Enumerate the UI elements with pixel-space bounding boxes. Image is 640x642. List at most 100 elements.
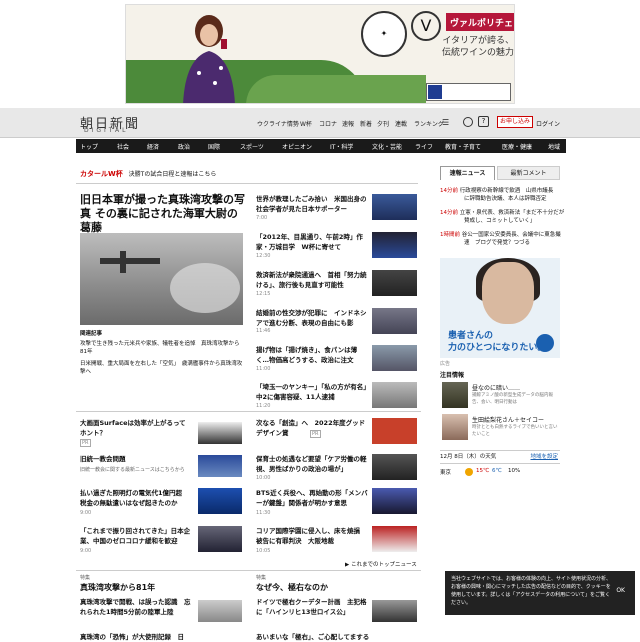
help-icon[interactable]: ?	[478, 116, 489, 127]
section-2-item-2[interactable]: あいまいな「極右」、ご心配してまする	[256, 632, 369, 642]
nav-top[interactable]: トップ	[80, 142, 98, 151]
section-1-item-1[interactable]: 真珠湾攻撃で開戦、は誤った認識 忘れられた1時間5分前の陸軍上陸	[80, 597, 192, 617]
mid-headline-6[interactable]: 「埼玉一のヤンキー」「私の方が有名」中2に傷害容疑、11人逮捕	[256, 382, 368, 402]
mid-time-5: 11:00	[256, 366, 271, 372]
mid-time-1: 7:00	[256, 215, 268, 221]
nav-economy[interactable]: 経済	[147, 142, 159, 151]
lower-right-4[interactable]: コリア国際学園に侵入し、床を焼損 被告に有罪判決 大阪地裁	[256, 526, 368, 546]
nav-health[interactable]: 医療・健康	[502, 142, 532, 151]
util-link-corona[interactable]: コロナ	[319, 119, 337, 128]
lower-left-thumb-3[interactable]	[198, 488, 242, 514]
related-link-1[interactable]: 攻撃で生き残った元米兵や家族、犠牲者を追悼 真珠湾攻撃から81年	[80, 340, 245, 356]
photo-plane-body	[120, 251, 126, 273]
lower-right-3[interactable]: BTS近く兵役へ、再始動の形「メンバーが鍵盤」関係者が明かす意思	[256, 488, 368, 508]
nav-opinion[interactable]: オピニオン	[282, 142, 312, 151]
cookie-banner: 当社ウェブサイトでは、お客様の体験の向上、サイト使用状況の分析、お客様の興味・関…	[445, 571, 635, 615]
related-link-2[interactable]: 日米開戦、重大局面を左右した「空気」 歳满艦事件から真珠湾攻撃へ	[80, 360, 245, 376]
lower-left-thumb-4[interactable]	[198, 526, 242, 552]
mid-thumb-6[interactable]	[372, 382, 417, 408]
mid-thumb-4[interactable]	[372, 308, 417, 334]
lower-right-2[interactable]: 保育士の処遇など要望「ケア労働の軽視、男性ばかりの政治の場が」	[256, 454, 368, 474]
util-link-new[interactable]: 新着	[360, 119, 372, 128]
divider	[76, 183, 418, 184]
search-icon[interactable]	[463, 117, 473, 127]
lower-left-thumb-1[interactable]	[198, 422, 242, 444]
sidebar-news-3[interactable]: 1時間前 谷公一国家公安委員長、会議中に東急撮	[440, 230, 561, 238]
lead-photo[interactable]	[80, 233, 243, 325]
util-link-ranking[interactable]: ランキング	[414, 119, 444, 128]
nav-it-science[interactable]: IT・科学	[330, 142, 353, 151]
mid-thumb-1[interactable]	[372, 194, 417, 220]
ad-illustration	[183, 15, 235, 103]
nav-life[interactable]: ライフ	[415, 142, 433, 151]
mid-thumb-2[interactable]	[372, 232, 417, 258]
lead-time: 12:15	[80, 222, 95, 228]
menu-icon[interactable]: ☰	[442, 118, 449, 127]
lower-right-thumb-2[interactable]	[372, 454, 417, 480]
nav-culture[interactable]: 文化・芸能	[372, 142, 402, 151]
mid-headline-1[interactable]: 世界が教理したごみ拾い 米国出身の社会学者が見た日本サポーター	[256, 194, 368, 214]
mid-headline-5[interactable]: 揚げ物は「揚げ焼き」、食パンは薄く…物価高どうする、政治に注文	[256, 345, 368, 365]
featured-name-1[interactable]: 昼なのに暗い……	[472, 383, 520, 392]
util-link-evening[interactable]: 夕刊	[377, 119, 389, 128]
util-link-ukraine[interactable]: ウクライナ情勢	[257, 119, 299, 128]
nav-politics[interactable]: 政治	[178, 142, 190, 151]
eu-flag-icon	[428, 85, 442, 99]
lower-left-4-time: 9:00	[80, 548, 92, 554]
featured-thumb-2[interactable]	[442, 414, 468, 440]
sidebar-ad[interactable]: 患者さんの 力のひとつになりたい。	[440, 258, 560, 358]
section-1-item-2[interactable]: 真珠湾の「恐怖」が大使刑記録 日	[80, 632, 184, 642]
lower-right-thumb-3[interactable]	[372, 488, 417, 514]
nav-education[interactable]: 教育・子育て	[445, 142, 481, 151]
nav-society[interactable]: 社会	[117, 142, 129, 151]
lower-left-thumb-2[interactable]	[198, 455, 242, 477]
breaking-tag: カタールW杯	[80, 170, 123, 178]
section-label-2: 特集	[256, 575, 267, 581]
cookie-ok-button[interactable]: OK	[616, 587, 625, 595]
mid-thumb-5[interactable]	[372, 345, 417, 371]
tab-breaking-news[interactable]: 速報ニュース	[440, 166, 495, 180]
section-1-thumb[interactable]	[198, 600, 242, 622]
weather-region-link[interactable]: 地域を設定	[530, 451, 558, 464]
news-time: 1時間前	[440, 232, 460, 238]
pr-badge-2: PR	[310, 430, 321, 438]
nav-international[interactable]: 国際	[208, 142, 220, 151]
ad-label: 広告	[440, 361, 451, 367]
ad-subtitle: イタリアが誇る、 伝統ワインの魅力	[426, 35, 514, 59]
signup-button[interactable]: お申し込み	[497, 116, 533, 128]
ad-banner[interactable]: ✦ V ヴァルポリチェッラ: イタリアが誇る、 伝統ワインの魅力	[125, 4, 515, 104]
mid-thumb-3[interactable]	[372, 270, 417, 296]
mid-headline-4[interactable]: 結婚前の性交渉が犯罪に インドネシアで進む分断、表現の自由にも影	[256, 308, 368, 328]
mid-headline-3[interactable]: 救済新法が衆院通過へ 首相「努力続ける」、旅行後も見直す可能性	[256, 270, 368, 290]
featured-desc-2: 時計ととも白熱するライブで色いいと言いたいこと	[472, 425, 558, 437]
util-link-series[interactable]: 連載	[395, 119, 407, 128]
section-title-1[interactable]: 真珠湾攻撃から81年	[80, 582, 155, 593]
util-link-wcup[interactable]: W杯	[300, 119, 312, 128]
mid-headline-2[interactable]: 「2012年、目黒通り、午前2時」作家・万城目学 W杯に寄せて	[256, 232, 368, 252]
section-title-2[interactable]: なぜ今、極右なのか	[256, 582, 328, 593]
lower-left-1[interactable]: 大画面Surfaceは効率が上がるってホント？	[80, 418, 192, 438]
section-2-item-1[interactable]: ドイツで極右クーデター計画 主犯格に「ハインリヒ13世ロイス公」	[256, 597, 368, 617]
breaking-bar[interactable]: カタールW杯 決勝Tの試合日程と速報はこちら	[80, 169, 216, 179]
featured-name-2[interactable]: 生田絵梨花さん＋セイコー	[472, 415, 544, 424]
lower-left-2[interactable]: 旧統一教会問題	[80, 454, 126, 464]
nav-sports[interactable]: スポーツ	[240, 142, 264, 151]
weather-rain: 10%	[508, 468, 521, 474]
tab-latest-comments[interactable]: 最新コメント	[497, 166, 560, 180]
more-top-news-link[interactable]: ▶ これまでのトップニュース	[345, 560, 417, 568]
lower-right-thumb-4[interactable]	[372, 526, 417, 552]
featured-thumb-1[interactable]	[442, 382, 468, 408]
lower-left-4[interactable]: 「これまで振り回されてきた」日本企業、中国のゼロコロナ緩和を歓迎	[80, 526, 192, 546]
sidebar-news-1[interactable]: 14分前 行政視察の新幹線で飲酒 山県市議長	[440, 186, 553, 194]
divider	[76, 570, 421, 571]
lower-left-3[interactable]: 払い過ぎた照明灯の電気代1億円超 税金の無駄遣いはなぜ起きたのか	[80, 488, 192, 508]
nav-region[interactable]: 地域	[548, 142, 560, 151]
news-time: 14分前	[440, 188, 458, 194]
util-link-breaking[interactable]: 速報	[342, 119, 354, 128]
lead-headline[interactable]: 旧日本軍が撮った真珠湾攻撃の写真 その裏に記された海軍大尉の葛藤	[80, 193, 245, 235]
section-2-thumb[interactable]	[372, 600, 417, 622]
sidebar-ad-line-2: 力のひとつになりたい。	[448, 343, 547, 353]
login-link[interactable]: ログイン	[536, 119, 560, 128]
sidebar-news-2[interactable]: 14分前 立憲・泉代表、救済新法「まだ不十分だが	[440, 208, 564, 216]
lower-right-thumb-1[interactable]	[372, 418, 417, 444]
